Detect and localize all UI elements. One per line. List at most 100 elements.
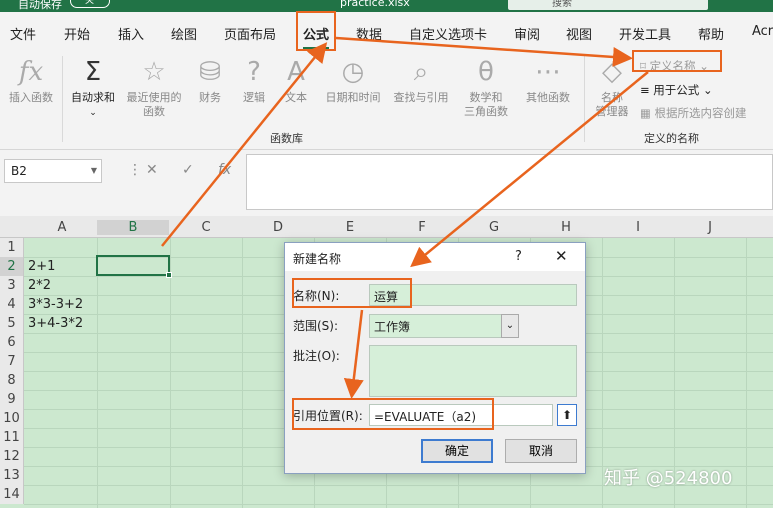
clock-icon: ◷ — [341, 57, 365, 87]
column-header[interactable]: E — [314, 220, 386, 235]
comment-field[interactable] — [369, 345, 577, 397]
watermark: 知乎 @524800 — [604, 468, 733, 489]
fill-handle[interactable] — [166, 272, 172, 278]
cancel-button[interactable]: 取消 — [505, 439, 577, 463]
lookup-button[interactable]: ⌕ 查找与引用 — [388, 56, 454, 105]
tab-draw[interactable]: 绘图 — [171, 24, 197, 43]
cell-a2[interactable]: 2+1 — [28, 257, 55, 276]
row-header[interactable]: 1 — [0, 238, 24, 257]
cell-a4[interactable]: 3*3-3+2 — [28, 295, 83, 314]
column-header[interactable]: H — [530, 220, 602, 235]
chevron-down-icon[interactable]: ▼ — [91, 166, 97, 175]
row-header[interactable]: 8 — [0, 371, 24, 390]
text-button[interactable]: A 文本 — [276, 56, 316, 105]
row-header[interactable]: 10 — [0, 409, 24, 428]
search-box[interactable]: 搜索 — [508, 0, 708, 10]
name-box[interactable]: B2 ▼ — [4, 159, 102, 183]
row-header[interactable]: 6 — [0, 333, 24, 352]
help-icon[interactable]: ? — [515, 249, 522, 264]
tab-custom[interactable]: 自定义选项卡 — [409, 24, 487, 43]
tag-icon: ◇ — [602, 57, 622, 87]
collapse-dialog-icon[interactable]: ⬆ — [557, 404, 577, 426]
more-book-icon: ⋯ — [535, 57, 561, 87]
column-header[interactable]: F — [386, 220, 458, 235]
row-header[interactable]: 14 — [0, 485, 24, 504]
text-a-icon: A — [287, 57, 305, 87]
tab-view[interactable]: 视图 — [566, 24, 592, 43]
tab-data[interactable]: 数据 — [356, 24, 382, 43]
more-dots-icon: ⋮ — [128, 162, 142, 178]
cell-a3[interactable]: 2*2 — [28, 276, 51, 295]
autosum-button[interactable]: Σ 自动求和 ⌄ — [66, 56, 120, 120]
row-header[interactable]: 12 — [0, 447, 24, 466]
tab-developer[interactable]: 开发工具 — [619, 24, 671, 43]
fx-icon[interactable]: fx — [218, 162, 231, 178]
formula-bar: B2 ▼ ⋮ ✕ ✓ fx — [0, 150, 773, 216]
column-header[interactable]: G — [458, 220, 530, 235]
check-icon[interactable]: ✓ — [182, 162, 194, 178]
fx-icon: fx — [18, 57, 44, 87]
column-header[interactable]: B — [97, 220, 169, 235]
datetime-button[interactable]: ◷ 日期和时间 — [320, 56, 386, 105]
function-library-label: 函数库 — [270, 132, 303, 145]
highlight-refers-to — [292, 398, 494, 430]
cancel-x-icon[interactable]: ✕ — [146, 162, 158, 178]
highlight-define-name — [632, 50, 722, 72]
column-header[interactable]: I — [602, 220, 674, 235]
row-header[interactable]: 11 — [0, 428, 24, 447]
cell-a5[interactable]: 3+4-3*2 — [28, 314, 83, 333]
separator — [62, 56, 63, 142]
use-in-formula-button[interactable]: ≡ 用于公式 ⌄ — [640, 82, 713, 98]
ribbon-tabs: 文件 开始 插入 绘图 页面布局 公式 数据 自定义选项卡 审阅 视图 开发工具… — [0, 12, 773, 50]
tab-help[interactable]: 帮助 — [698, 24, 724, 43]
autosave-toggle[interactable]: 关 — [70, 0, 110, 8]
row-header[interactable]: 2 — [0, 257, 24, 276]
tab-file[interactable]: 文件 — [10, 24, 36, 43]
magnifier-book-icon: ⌕ — [413, 57, 429, 87]
column-header[interactable]: D — [242, 220, 314, 235]
tab-home[interactable]: 开始 — [64, 24, 90, 43]
grid-icon: ▦ — [640, 106, 655, 120]
formula-input[interactable] — [246, 154, 773, 210]
formula-icon: ≡ — [640, 83, 654, 97]
dialog-title-bar: 新建名称 ? ✕ — [285, 243, 585, 271]
tab-review[interactable]: 审阅 — [514, 24, 540, 43]
column-header[interactable]: C — [170, 220, 242, 235]
create-from-selection-button[interactable]: ▦ 根据所选内容创建 — [640, 105, 747, 121]
math-trig-button[interactable]: θ 数学和 三角函数 — [456, 56, 516, 119]
coins-icon: ⛁ — [199, 57, 221, 87]
dialog-title: 新建名称 — [293, 252, 342, 266]
highlight-formulas-tab — [296, 11, 336, 51]
row-header[interactable]: 13 — [0, 466, 24, 485]
logical-button[interactable]: ? 逻辑 — [234, 56, 274, 105]
column-header[interactable]: J — [674, 220, 746, 235]
more-functions-button[interactable]: ⋯ 其他函数 — [520, 56, 576, 105]
scope-select[interactable]: 工作簿 — [369, 314, 519, 338]
recent-functions-button[interactable]: ☆ 最近使用的 函数 — [122, 56, 186, 119]
comment-label: 批注(O): — [293, 349, 340, 363]
row-header[interactable]: 7 — [0, 352, 24, 371]
chevron-down-icon[interactable]: ⌄ — [501, 314, 519, 338]
tab-insert[interactable]: 插入 — [118, 24, 144, 43]
row-header[interactable]: 3 — [0, 276, 24, 295]
row-header[interactable]: 4 — [0, 295, 24, 314]
row-header[interactable]: 9 — [0, 390, 24, 409]
financial-button[interactable]: ⛁ 财务 — [190, 56, 230, 105]
defined-names-label: 定义的名称 — [644, 132, 699, 145]
theta-icon: θ — [478, 57, 494, 87]
separator — [584, 56, 585, 142]
tab-page-layout[interactable]: 页面布局 — [224, 24, 276, 43]
row-header[interactable]: 5 — [0, 314, 24, 333]
highlight-name-field — [292, 278, 412, 308]
tab-acrobat[interactable]: Acr — [752, 24, 773, 39]
column-header[interactable]: A — [26, 220, 98, 235]
insert-function-button[interactable]: fx 插入函数 — [4, 56, 58, 105]
selected-cell-b2[interactable] — [96, 255, 172, 278]
question-book-icon: ? — [247, 57, 261, 87]
column-header-bar: A B C D E F G H I J — [0, 216, 773, 238]
name-manager-button[interactable]: ◇ 名称 管理器 — [590, 56, 634, 119]
new-name-dialog: 新建名称 ? ✕ 名称(N): 运算 范围(S): 工作簿 ⌄ 批注(O): 引… — [284, 242, 586, 474]
close-icon[interactable]: ✕ — [555, 247, 568, 265]
ok-button[interactable]: 确定 — [421, 439, 493, 463]
title-bar: 自动保存 关 practice.xlsx 搜索 — [0, 0, 773, 12]
